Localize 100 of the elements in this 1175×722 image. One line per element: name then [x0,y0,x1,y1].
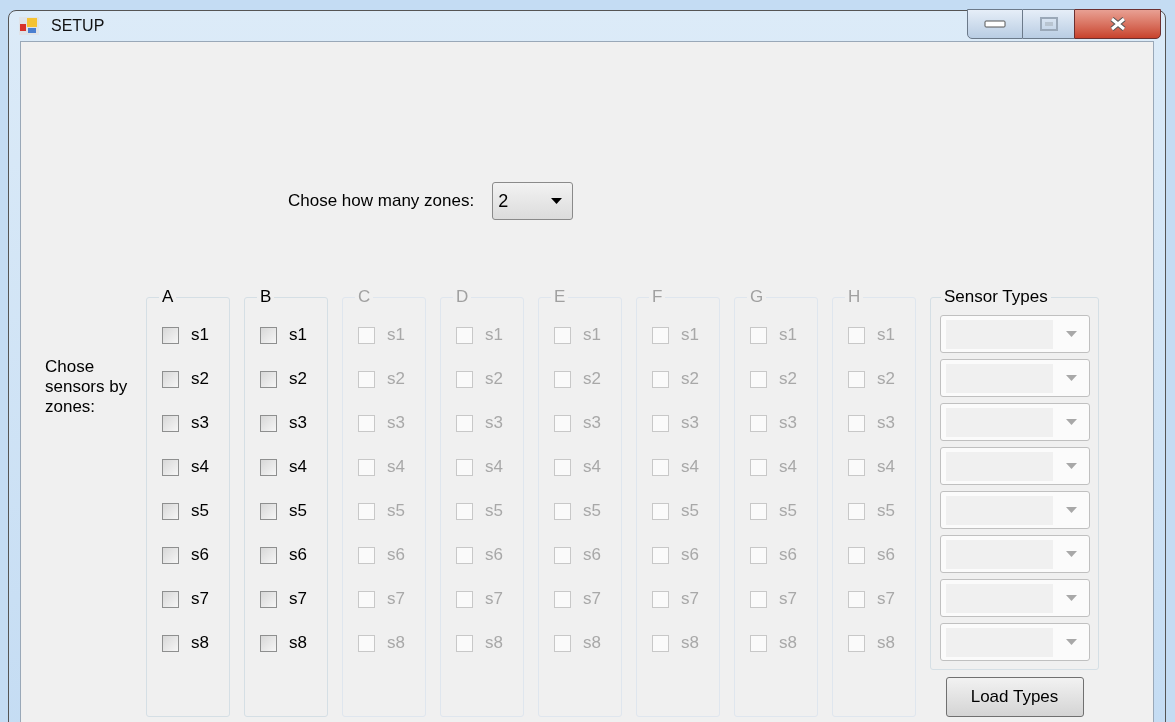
sensor-label: s2 [289,368,307,391]
sensor-label: s5 [289,500,307,523]
sensor-label: s2 [191,368,209,391]
sensor-label: s7 [779,588,797,611]
sensor-checkbox[interactable] [260,590,277,608]
sensor-label: s4 [387,456,405,479]
minimize-icon [984,20,1006,28]
caret-icon [1065,419,1077,425]
sensor-label: s3 [485,412,503,435]
sensor-checkbox[interactable] [162,502,179,520]
sensor-label: s8 [583,632,601,655]
sensor-label: s6 [583,544,601,567]
sensor-checkbox[interactable] [162,546,179,564]
zones-dropdown[interactable]: 2 [492,182,574,220]
sensor-label: s2 [387,368,405,391]
minimize-button[interactable] [967,9,1023,39]
maximize-icon [1039,17,1058,31]
zone-label: F [651,287,664,307]
sensor-label: s8 [779,632,797,655]
maximize-button[interactable] [1023,9,1074,39]
caret-icon [1065,551,1077,557]
sensor-label: s8 [289,632,307,655]
zones-label: Chose how many zones: [288,190,475,213]
sensor-label: s3 [387,412,405,435]
sensor-checkbox[interactable] [162,370,179,388]
sensor-label: s4 [485,456,503,479]
caret-icon [1065,595,1077,601]
sensor-label: s7 [289,588,307,611]
sensor-label: s3 [877,412,895,435]
sensor-label: s4 [191,456,209,479]
caret-icon [1065,375,1077,381]
sensor-label: s5 [681,500,699,523]
sensor-label: s3 [681,412,699,435]
sensor-label: s1 [583,324,601,347]
sensor-checkbox[interactable] [260,326,277,344]
zone-label: A [161,287,175,307]
sensor-checkbox[interactable] [162,326,179,344]
app-icon [19,17,39,35]
caret-icon [551,198,563,204]
sensor-label: s3 [779,412,797,435]
sensor-label: s8 [485,632,503,655]
sensor-label: s6 [681,544,699,567]
sensor-label: s7 [583,588,601,611]
sensor-label: s7 [681,588,699,611]
sensor-label: s5 [779,500,797,523]
sensor-label: s4 [877,456,895,479]
sensor-checkbox[interactable] [162,634,179,652]
zone-label: G [749,287,765,307]
sensor-label: s8 [681,632,699,655]
sensor-label: s1 [191,324,209,347]
sensor-label: s5 [583,500,601,523]
sensor-label: s1 [681,324,699,347]
close-button[interactable] [1074,9,1161,39]
sensor-label: s6 [779,544,797,567]
sensor-label: s1 [779,324,797,347]
sensor-checkbox[interactable] [260,502,277,520]
sensor-label: s4 [289,456,307,479]
sensor-checkbox[interactable] [162,414,179,432]
sensor-label: s5 [191,500,209,523]
zone-label: B [259,287,273,307]
sensor-checkbox[interactable] [260,458,277,476]
sensor-checkbox[interactable] [260,370,277,388]
sensor-checkbox[interactable] [162,590,179,608]
sensor-label: s1 [877,324,895,347]
sensor-label: s6 [387,544,405,567]
sensor-label: s1 [387,324,405,347]
sensor-label: s4 [681,456,699,479]
sensor-label: s7 [191,588,209,611]
sensor-label: s5 [877,500,895,523]
caret-icon [1065,639,1077,645]
sensor-label: s7 [387,588,405,611]
zone-label: E [553,287,567,307]
caret-icon [1065,463,1077,469]
sensor-label: s6 [485,544,503,567]
sensor-label: s6 [191,544,209,567]
window-title: SETUP [51,16,105,36]
sensor-label: s2 [877,368,895,391]
sensor-checkbox[interactable] [260,634,277,652]
zone-label: D [455,287,470,307]
sensor-checkbox[interactable] [162,458,179,476]
sensor-checkbox[interactable] [260,414,277,432]
sensor-label: s8 [387,632,405,655]
sensor-label: s7 [485,588,503,611]
sensor-label: s7 [877,588,895,611]
sensor-label: s6 [877,544,895,567]
sensor-label: s4 [583,456,601,479]
sensor-label: s1 [485,324,503,347]
close-icon [1108,17,1127,31]
sensor-label: s8 [877,632,895,655]
load-types-button[interactable]: Load Types [945,677,1084,717]
sensor-label: s5 [387,500,405,523]
sensor-label: s3 [191,412,209,435]
sensor-checkbox[interactable] [260,546,277,564]
sensor-label: s8 [191,632,209,655]
zone-label: H [847,287,862,307]
sensor-label: s2 [583,368,601,391]
sensor-label: s2 [485,368,503,391]
caret-icon [1065,507,1077,513]
sensors-label: Chose sensors by zones: [45,357,129,417]
sensor-label: s2 [681,368,699,391]
